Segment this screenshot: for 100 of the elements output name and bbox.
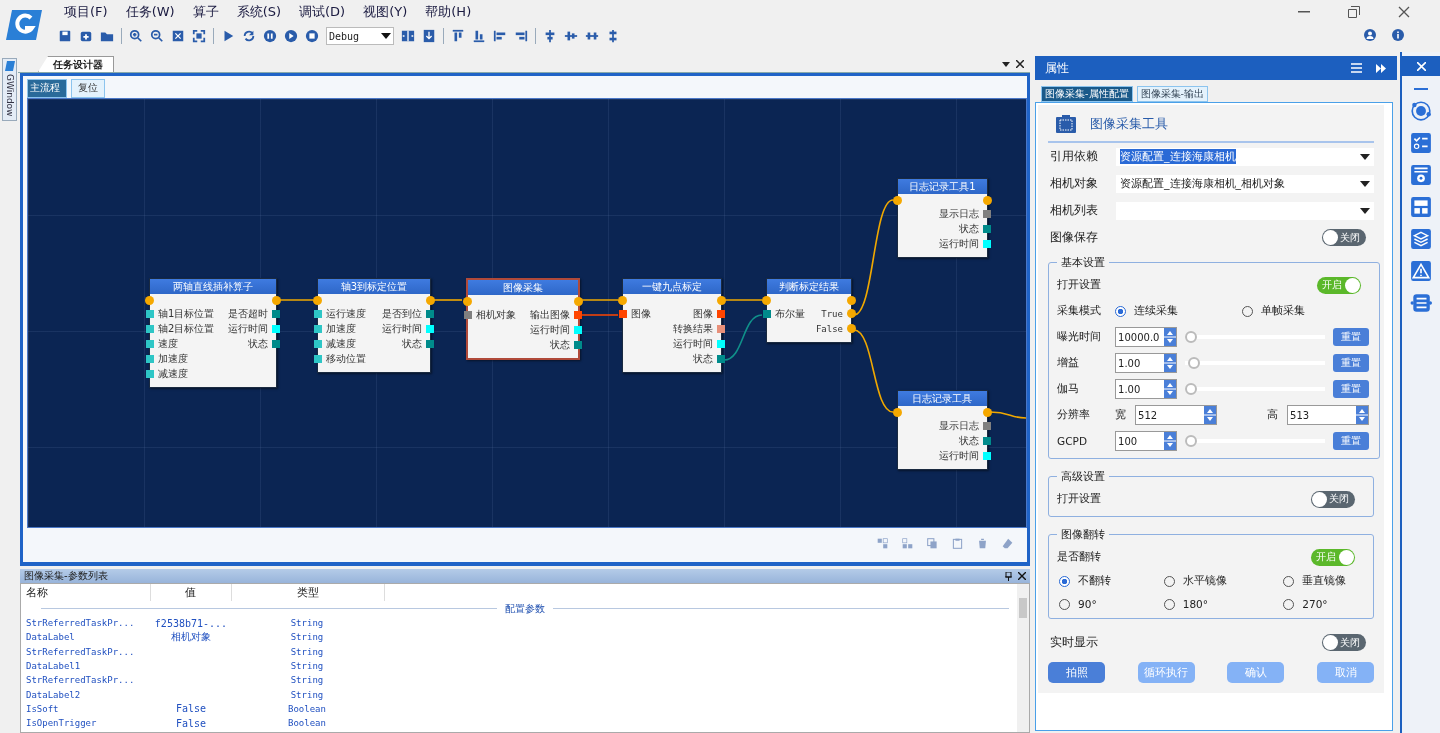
data-port[interactable] (716, 339, 725, 348)
zoom-in-icon[interactable] (129, 29, 143, 43)
spin-button[interactable] (1164, 432, 1177, 450)
flow-port[interactable] (982, 195, 992, 205)
loop-icon[interactable] (242, 29, 256, 43)
data-port[interactable] (313, 339, 322, 348)
new-file-icon[interactable] (79, 29, 93, 43)
toggle-switch[interactable]: 关闭 (1322, 229, 1367, 246)
align-right-icon[interactable] (514, 29, 528, 43)
menu-icon[interactable] (1351, 63, 1363, 73)
pin-icon[interactable] (1005, 571, 1013, 581)
flow-port[interactable] (144, 295, 154, 305)
flow-port[interactable] (982, 407, 992, 417)
number-field[interactable]: 513 (1287, 405, 1370, 425)
orbit-icon[interactable] (1410, 100, 1433, 122)
flow-tab[interactable]: 复位 (70, 79, 105, 98)
data-port[interactable] (618, 309, 627, 318)
data-port[interactable] (982, 224, 991, 233)
data-port[interactable] (145, 324, 154, 333)
forward-icon[interactable] (1376, 63, 1388, 73)
data-port[interactable] (982, 239, 991, 248)
align-bottom-icon[interactable] (472, 29, 486, 43)
menu-item[interactable]: 视图(Y) (363, 3, 408, 21)
radio-option[interactable]: 不翻转 (1059, 574, 1164, 588)
data-port[interactable] (145, 339, 154, 348)
data-port[interactable] (145, 369, 154, 378)
spin-button[interactable] (1164, 354, 1177, 372)
fit-icon[interactable] (171, 29, 185, 43)
flow-port[interactable] (716, 295, 726, 305)
radio-option[interactable]: 180° (1163, 598, 1284, 610)
pause-icon[interactable] (263, 29, 277, 43)
flow-node[interactable]: 图像采集 相机对象 输出图像 运行时间 状态 (465, 278, 580, 360)
menu-item[interactable]: 调试(D) (299, 3, 346, 21)
stop-icon[interactable] (305, 29, 319, 43)
reset-button[interactable]: 重置 (1333, 432, 1370, 450)
data-port[interactable] (762, 309, 771, 318)
data-port[interactable] (573, 325, 582, 334)
data-port[interactable] (716, 324, 725, 333)
number-field[interactable]: 10000.0 (1115, 327, 1178, 347)
fullscreen-icon[interactable] (192, 29, 206, 43)
data-port[interactable] (271, 339, 280, 348)
column-header[interactable]: 值 (150, 584, 232, 601)
close-icon[interactable] (1398, 6, 1410, 18)
number-field[interactable]: 512 (1135, 405, 1218, 425)
flow-port[interactable] (312, 295, 322, 305)
spin-button[interactable] (1204, 406, 1217, 424)
slider-thumb[interactable] (1185, 383, 1198, 395)
flow-port[interactable] (462, 296, 472, 306)
menu-item[interactable]: 帮助(H) (425, 3, 472, 21)
data-port[interactable] (463, 310, 472, 319)
toggle-switch[interactable]: 关闭 (1311, 490, 1356, 508)
spin-button[interactable] (1356, 406, 1369, 424)
flow-port[interactable] (892, 407, 902, 417)
flow-port[interactable] (271, 295, 281, 305)
list-icon[interactable] (1410, 292, 1433, 314)
data-port[interactable] (982, 436, 991, 445)
menu-item[interactable]: 系统(S) (236, 3, 282, 21)
data-port[interactable] (573, 310, 582, 319)
data-port[interactable] (271, 324, 280, 333)
spin-button[interactable] (1164, 328, 1177, 346)
reset-button[interactable]: 重置 (1333, 328, 1370, 346)
menu-item[interactable]: 项目(F) (64, 3, 108, 21)
center-vertical-icon[interactable] (564, 29, 578, 43)
minimize-icon[interactable] (1414, 88, 1429, 90)
data-port[interactable] (271, 309, 280, 318)
side-tab[interactable]: GWindow (2, 58, 17, 122)
column-header[interactable]: 类型 (231, 584, 385, 601)
download-icon[interactable] (422, 29, 436, 43)
reset-button[interactable]: 重置 (1333, 354, 1370, 372)
property-tab[interactable]: 图像采集-属性配置 (1041, 86, 1133, 102)
property-tab[interactable]: 图像采集-输出 (1136, 86, 1208, 102)
flow-port[interactable] (761, 295, 771, 305)
data-port[interactable] (425, 309, 434, 318)
menu-item[interactable]: 算子 (192, 3, 219, 21)
document-tab[interactable]: 任务设计器 (37, 56, 114, 72)
reset-button[interactable]: 重置 (1333, 380, 1370, 398)
zoom-out-icon[interactable] (150, 29, 164, 43)
flow-port[interactable] (425, 295, 435, 305)
minimize-icon[interactable] (1298, 11, 1310, 13)
warning-icon[interactable] (1410, 260, 1433, 282)
number-field[interactable]: 100 (1115, 431, 1178, 451)
dropdown-field[interactable]: 资源配置_连接海康相机_相机对象 (1116, 174, 1375, 193)
align-left-icon[interactable] (493, 29, 507, 43)
info-icon[interactable] (1392, 29, 1404, 41)
scrollbar[interactable] (1017, 584, 1030, 732)
split-icon[interactable] (401, 29, 415, 43)
flow-port[interactable] (892, 195, 902, 205)
radio-option[interactable]: 270° (1283, 598, 1364, 610)
settings-list-icon[interactable] (1410, 164, 1433, 186)
data-port[interactable] (982, 209, 991, 218)
number-field[interactable]: 1.00 (1115, 353, 1178, 373)
dropdown-field[interactable] (1116, 201, 1375, 220)
data-port[interactable] (313, 324, 322, 333)
close-icon[interactable] (1016, 60, 1025, 68)
restore-icon[interactable] (1348, 6, 1360, 18)
flow-port[interactable] (573, 296, 583, 306)
layers-icon[interactable] (1410, 228, 1433, 250)
slider-thumb[interactable] (1185, 435, 1198, 447)
spin-button[interactable] (1164, 380, 1177, 398)
data-port[interactable] (425, 324, 434, 333)
